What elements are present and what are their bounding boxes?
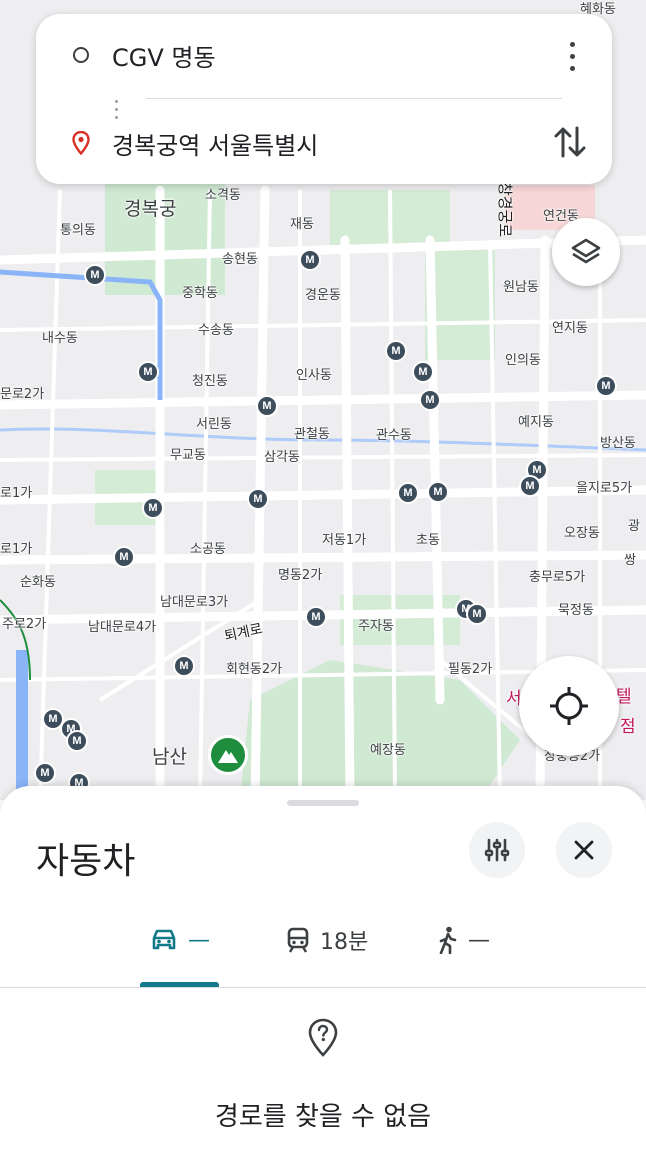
map-label: 방산동 (600, 436, 636, 451)
destination-text: 경복궁역 서울특별시 (112, 131, 319, 160)
tab-driving-label: — (188, 927, 210, 953)
tab-transit[interactable]: 18분 (286, 920, 368, 960)
origin-circle-icon (73, 47, 89, 63)
sheet-drag-handle[interactable] (287, 800, 359, 806)
metro-station-marker[interactable]: M (34, 762, 56, 784)
metro-station-marker[interactable]: M (84, 264, 106, 286)
map-label: 초동 (416, 533, 440, 548)
map-label: 인의동 (505, 353, 541, 368)
metro-station-marker[interactable]: M (299, 249, 321, 271)
map-label: 남대문로4가 (88, 620, 157, 635)
sheet-title: 자동차 (36, 841, 136, 882)
map-label: 점 (620, 717, 636, 737)
field-divider (146, 98, 562, 99)
map-label: 소격동 (205, 188, 241, 203)
map-label: 필동2가 (448, 662, 493, 677)
map-label: 명동2가 (278, 568, 323, 583)
map-label: 경운동 (305, 288, 341, 303)
map-label: 예장동 (370, 743, 406, 758)
metro-station-marker[interactable]: M (173, 655, 195, 677)
unknown-location-icon (308, 1018, 338, 1057)
map-label: 남대문로3가 (160, 595, 229, 610)
map-label: 예지동 (518, 415, 554, 430)
map-label: 청진동 (192, 374, 228, 389)
origin-text: CGV 명동 (112, 43, 216, 72)
map-label: 충무로5가 (529, 570, 586, 585)
map-label: 주자동 (358, 619, 394, 634)
map-label: 경복궁 (124, 198, 177, 220)
tabs-divider (0, 987, 646, 988)
swap-directions-icon[interactable] (552, 122, 588, 162)
metro-station-marker[interactable]: M (247, 488, 269, 510)
map-label: 송현동 (222, 252, 258, 267)
map-label: 저동1가 (322, 533, 367, 548)
my-location-button[interactable] (519, 656, 619, 756)
destination-pin-icon (72, 131, 90, 155)
origin-field[interactable]: CGV 명동 (36, 20, 612, 90)
map-label: 무교동 (170, 448, 206, 463)
map-label: 남산 (152, 746, 187, 768)
map-label: 관수동 (376, 428, 412, 443)
metro-station-marker[interactable]: M (66, 730, 88, 752)
map-label: 내수동 (42, 331, 78, 346)
destination-field[interactable]: 경복궁역 서울특별시 (36, 108, 612, 178)
map-label: 삼각동 (264, 450, 300, 465)
map-label: 소공동 (190, 542, 226, 557)
map-label: 중학동 (182, 286, 218, 301)
metro-station-marker[interactable]: M (595, 375, 617, 397)
map-label: 순화동 (20, 575, 56, 590)
map-label: 통의동 (60, 223, 96, 238)
map-label: 을지로5가 (576, 481, 633, 496)
map-label: 오장동 (564, 526, 600, 541)
map-label: 재동 (290, 217, 314, 232)
car-icon (152, 929, 176, 950)
metro-station-marker[interactable]: M (256, 395, 278, 417)
metro-station-marker[interactable]: M (113, 546, 135, 568)
metro-station-marker[interactable]: M (137, 361, 159, 383)
map-label: 주로2가 (2, 617, 47, 632)
map-label: 서린동 (196, 417, 232, 432)
walk-icon (439, 926, 457, 954)
map-label: 회현동2가 (226, 662, 283, 677)
route-options-button[interactable] (469, 822, 525, 878)
map-label: 광 (628, 519, 640, 534)
map-label: 문로2가 (0, 387, 45, 402)
map-label: 관철동 (294, 427, 330, 442)
close-icon (574, 840, 594, 860)
map-label: 연지동 (552, 321, 588, 336)
tab-driving[interactable]: — (150, 920, 210, 960)
metro-station-marker[interactable]: M (427, 481, 449, 503)
tab-transit-label: 18분 (320, 930, 369, 955)
more-options-icon[interactable] (560, 38, 584, 74)
metro-station-marker[interactable]: M (419, 389, 441, 411)
map-label: 쌍 (624, 553, 636, 568)
layers-button[interactable] (552, 218, 620, 286)
map-label: 로1가 (0, 486, 33, 501)
road-label: 창경궁로 (496, 182, 514, 238)
map-label: 로1가 (0, 542, 33, 557)
tab-walking[interactable]: — (438, 920, 490, 960)
map-label: 인사동 (296, 368, 332, 383)
metro-station-marker[interactable]: M (142, 497, 164, 519)
metro-station-marker[interactable]: M (466, 603, 488, 625)
train-icon (287, 927, 309, 953)
directions-bottom-sheet: 자동차 — 18분 — 경로를 찾을 수 없음 (0, 786, 646, 1149)
layers-icon (571, 238, 601, 264)
metro-station-marker[interactable]: M (397, 482, 419, 504)
tab-walking-label: — (468, 927, 490, 953)
close-button[interactable] (556, 822, 612, 878)
metro-station-marker[interactable]: M (412, 361, 434, 383)
directions-search-card: CGV 명동 경복궁역 서울특별시 (36, 14, 612, 184)
map-label: 원남동 (503, 280, 539, 295)
metro-station-marker[interactable]: M (385, 340, 407, 362)
metro-station-marker[interactable]: M (519, 475, 541, 497)
no-route-message: 경로를 찾을 수 없음 (214, 1102, 432, 1132)
mountain-icon[interactable] (208, 735, 248, 775)
tune-icon (484, 838, 510, 862)
map-label: 묵정동 (558, 603, 594, 618)
crosshair-icon (550, 687, 588, 725)
map-label: 수송동 (198, 323, 234, 338)
metro-station-marker[interactable]: M (305, 606, 327, 628)
